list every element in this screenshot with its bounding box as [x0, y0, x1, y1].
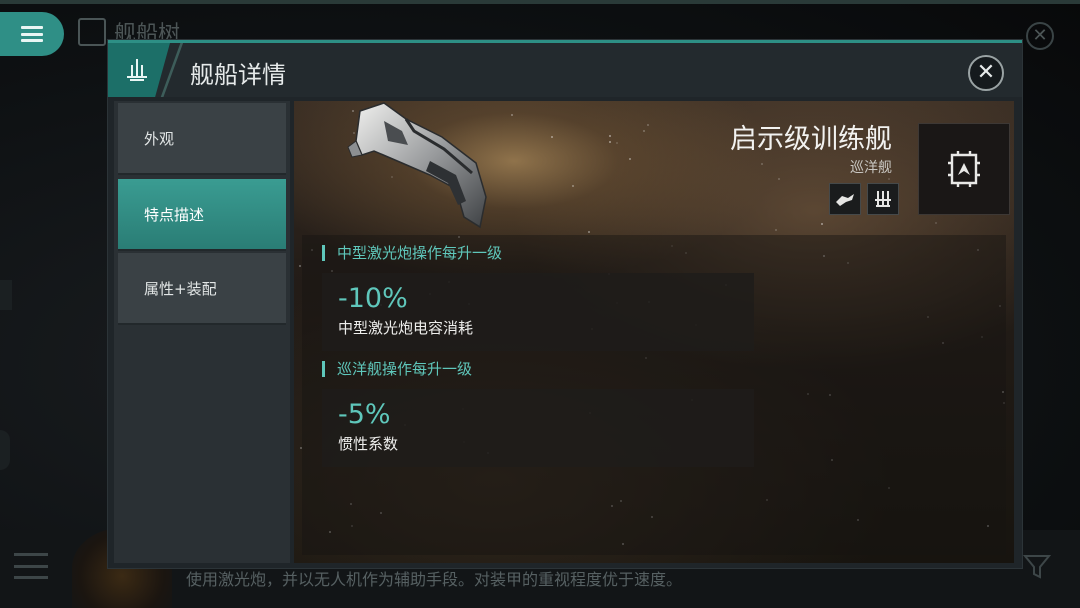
star [775, 229, 777, 231]
ship-class-badge-icon [948, 151, 980, 187]
star [643, 130, 645, 132]
bonus-label: 惯性系数 [338, 435, 399, 453]
dialog-header: 舰船详情 ✕ [108, 43, 1022, 97]
bonus-value: -10% [338, 283, 408, 314]
tab-label: 外观 [144, 129, 175, 148]
ship-class-badge[interactable] [918, 123, 1010, 215]
left-edge-handle [0, 430, 10, 470]
star [616, 142, 618, 144]
main-menu-button[interactable] [0, 12, 64, 56]
close-icon: ✕ [976, 60, 996, 85]
ship-name: 启示级训练舰 [730, 124, 892, 155]
header-divider [156, 43, 190, 97]
ship-details-dialog: 舰船详情 ✕ 外观 特点描述 属性+装配 启示级训练舰 巡洋舰 中型激光炮操作每… [108, 40, 1022, 568]
star [647, 124, 649, 126]
star [511, 114, 513, 116]
ship-tree-icon [78, 18, 106, 46]
filter-icon[interactable] [1022, 552, 1052, 582]
bonus-value: -5% [338, 399, 391, 430]
tab-label: 特点描述 [144, 205, 205, 224]
tab-attributes-fitting[interactable]: 属性+装配 [118, 253, 286, 325]
drone-icon [836, 194, 854, 206]
bonus-header: 中型激光炮操作每升一级 [322, 245, 502, 261]
top-bar [0, 0, 1080, 4]
ship-class: 巡洋舰 [850, 160, 892, 176]
tab-appearance[interactable]: 外观 [118, 103, 286, 175]
star [821, 223, 823, 225]
star [761, 163, 763, 165]
game-screen: 舰船树 ✕ 使用激光炮，并以无人机作为辅助手段。对装甲的重视程度优于速度。 舰船… [0, 0, 1080, 608]
bonus-header: 巡洋舰操作每升一级 [322, 361, 472, 377]
bonus-card: -5% 惯性系数 [322, 389, 754, 467]
list-icon[interactable] [14, 553, 48, 579]
star [572, 185, 574, 187]
tab-label: 属性+装配 [144, 279, 217, 298]
star [588, 231, 590, 233]
dialog-sidebar: 外观 特点描述 属性+装配 [114, 101, 290, 563]
star [888, 178, 890, 180]
star [551, 136, 553, 138]
star [299, 265, 301, 267]
bonus-label: 中型激光炮电容消耗 [338, 319, 474, 337]
tab-features[interactable]: 特点描述 [118, 179, 286, 251]
star [935, 222, 937, 224]
dialog-title: 舰船详情 [190, 61, 286, 89]
star [609, 135, 611, 137]
drone-tag[interactable] [829, 183, 861, 215]
star [629, 158, 631, 160]
ship-model-image [347, 102, 487, 229]
star [778, 178, 780, 180]
ship-description: 使用激光炮，并以无人机作为辅助手段。对装甲的重视程度优于速度。 [186, 570, 683, 589]
menu-icon [21, 26, 43, 42]
star [609, 141, 611, 143]
left-edge-tab [0, 280, 12, 310]
close-button[interactable]: ✕ [968, 55, 1004, 91]
features-panel: 启示级训练舰 巡洋舰 中型激光炮操作每升一级 -10% 中型激光炮电容消耗 巡洋… [294, 101, 1014, 563]
laser-turret-tag[interactable] [867, 183, 899, 215]
laser-turret-icon [875, 191, 891, 207]
bonus-card: -10% 中型激光炮电容消耗 [322, 273, 754, 351]
bonus-list: 中型激光炮操作每升一级 -10% 中型激光炮电容消耗 巡洋舰操作每升一级 -5%… [302, 235, 1006, 555]
background-close-button[interactable]: ✕ [1026, 22, 1054, 50]
